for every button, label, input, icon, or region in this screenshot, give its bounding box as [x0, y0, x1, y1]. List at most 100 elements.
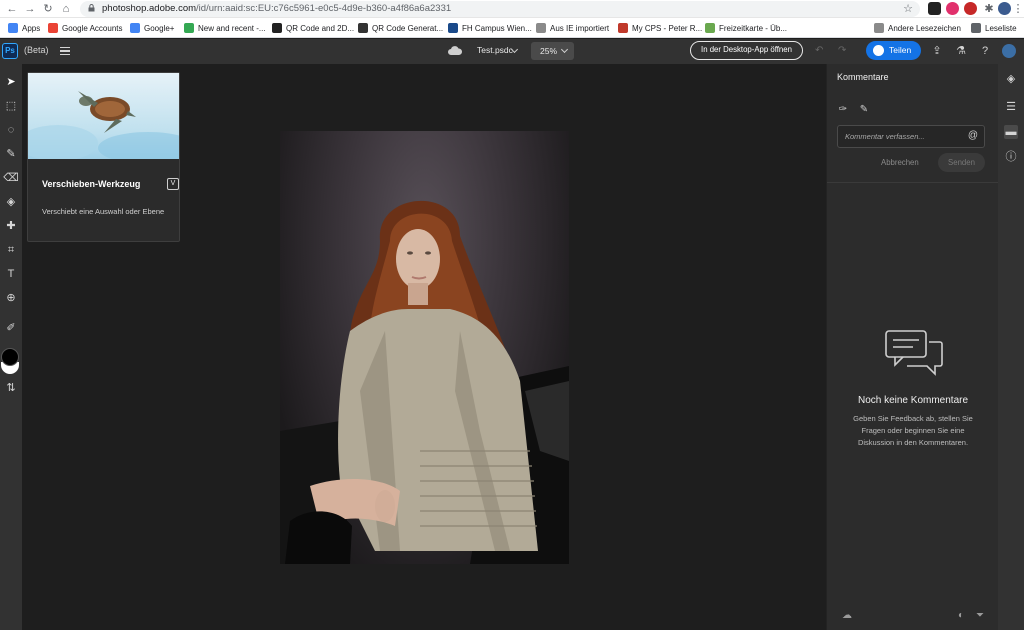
- home-icon[interactable]: ⌂: [58, 1, 74, 17]
- comments-icon[interactable]: ▬: [1004, 125, 1018, 139]
- info-icon[interactable]: ⓘ: [1004, 150, 1018, 164]
- menu-icon[interactable]: [60, 47, 70, 55]
- instagram-extension-icon[interactable]: [946, 2, 959, 15]
- move-tool-icon[interactable]: ➤: [3, 74, 19, 90]
- canvas-photo[interactable]: [280, 131, 569, 564]
- puzzle-icon[interactable]: ✱: [981, 1, 997, 17]
- browser-toolbar: ← → ↻ ⌂ photoshop.adobe.com/id/urn:aaid:…: [0, 0, 1024, 18]
- bookmark-freizeitkarte[interactable]: Freizeitkarte - Üb...: [705, 21, 787, 35]
- document-name[interactable]: Test.psdc: [477, 45, 513, 55]
- bookmark-label: QR Code and 2D...: [286, 23, 355, 33]
- bookmark-my-cps[interactable]: My CPS - Peter R...: [618, 21, 702, 35]
- cloud-icon[interactable]: [448, 46, 462, 55]
- address-bar[interactable]: photoshop.adobe.com/id/urn:aaid:sc:EU:c7…: [80, 1, 920, 17]
- pin-icon[interactable]: ✑: [837, 104, 849, 116]
- bookmark-label: New and recent -...: [198, 23, 266, 33]
- help-icon[interactable]: ?: [978, 44, 992, 58]
- text-tool-icon[interactable]: T: [3, 266, 19, 282]
- bookmark-ie-import[interactable]: Aus IE importiert: [536, 21, 609, 35]
- bookmark-label: Leseliste: [985, 23, 1017, 33]
- send-button[interactable]: Senden: [938, 153, 985, 172]
- filter-icon[interactable]: ⏷: [974, 610, 986, 622]
- bookmark-qr-generator[interactable]: QR Code Generat...: [358, 21, 443, 35]
- tooltip-description: Verschiebt eine Auswahl oder Ebene: [42, 207, 165, 216]
- bookmark-label: QR Code Generat...: [372, 23, 444, 33]
- bookmark-fh-campus[interactable]: FH Campus Wien...: [448, 21, 532, 35]
- beta-label: (Beta): [24, 45, 49, 55]
- bookmark-label: My CPS - Peter R...: [632, 23, 703, 33]
- brush-icon[interactable]: ✎: [3, 146, 19, 162]
- empty-state-description: Geben Sie Feedback ab, stellen Sie Frage…: [853, 414, 973, 447]
- bookmark-new-recent[interactable]: New and recent -...: [184, 21, 266, 35]
- lab-flask-icon[interactable]: ⚗: [954, 44, 968, 58]
- comments-empty-icon: [885, 330, 943, 376]
- folder-icon: [536, 23, 546, 33]
- panel-switcher: ◈ ☰ ▬ ⓘ: [998, 64, 1024, 630]
- tool-tooltip: Verschieben-Werkzeug V Verschiebt eine A…: [27, 72, 180, 242]
- bookmark-google-plus[interactable]: Google+: [130, 21, 174, 35]
- bookmark-google-accounts[interactable]: Google Accounts: [48, 21, 122, 35]
- tools-panel: ➤ ⬚ ◌ ✎ ⌫ ◈ ✚ ⌗ T ⊕ ✐ ⇅: [0, 64, 22, 630]
- bookmark-label: Google+: [144, 23, 175, 33]
- pencil-icon[interactable]: ✎: [858, 104, 870, 116]
- bookmark-label: Google Accounts: [62, 23, 123, 33]
- red-extension-icon[interactable]: [964, 2, 977, 15]
- photoshop-logo[interactable]: Ps: [2, 43, 18, 59]
- back-icon[interactable]: ←: [4, 1, 20, 17]
- google-plus-icon: [130, 23, 140, 33]
- fh-campus-icon: [448, 23, 458, 33]
- bookmarks-bar: Apps Google Accounts Google+ New and rec…: [0, 18, 1024, 38]
- adjustments-icon[interactable]: ☰: [1004, 100, 1018, 114]
- eyedropper-icon[interactable]: ✐: [3, 320, 19, 336]
- bookmark-reading-list[interactable]: Leseliste: [971, 21, 1017, 35]
- folder-icon: [874, 23, 884, 33]
- open-desktop-app-button[interactable]: In der Desktop-App öffnen: [690, 41, 803, 60]
- zoom-dropdown[interactable]: 25%: [531, 42, 574, 60]
- paint-bucket-icon[interactable]: ◈: [3, 194, 19, 210]
- eraser-icon[interactable]: ⌫: [3, 170, 19, 186]
- redo-icon[interactable]: ↷: [838, 45, 846, 56]
- tooltip-illustration: [28, 73, 179, 159]
- shortcut-badge: V: [167, 178, 179, 190]
- undo-icon[interactable]: ↶: [815, 45, 823, 56]
- kebab-menu-icon[interactable]: ⋮: [1010, 1, 1024, 17]
- crop-icon[interactable]: ⌗: [3, 242, 19, 258]
- transform-tool-icon[interactable]: ⬚: [3, 98, 19, 114]
- export-icon[interactable]: ⇪: [930, 44, 944, 58]
- url-host: photoshop.adobe.com: [102, 3, 197, 14]
- quick-selection-icon[interactable]: ◌: [3, 122, 19, 138]
- cloud-status-icon[interactable]: ☁: [841, 610, 853, 622]
- bookmark-other[interactable]: Andere Lesezeichen: [874, 21, 961, 35]
- extension-icon[interactable]: [928, 2, 941, 15]
- add-image-icon[interactable]: ⊕: [3, 290, 19, 306]
- forward-icon[interactable]: →: [22, 1, 38, 17]
- cancel-button[interactable]: Abbrechen: [881, 158, 919, 167]
- comments-panel: Kommentare ✑ ✎ Kommentar verfassen... @ …: [826, 64, 999, 630]
- chevron-down-icon: [560, 45, 569, 54]
- url-path: /id/urn:aaid:sc:EU:c76c5961-e0c5-4d9e-b3…: [196, 3, 452, 14]
- account-avatar[interactable]: [1002, 44, 1016, 58]
- empty-state-title: Noch keine Kommentare: [857, 395, 969, 406]
- star-icon[interactable]: ☆: [900, 1, 916, 17]
- bookmark-label: Freizeitkarte - Üb...: [719, 23, 788, 33]
- bookmark-qr-code[interactable]: QR Code and 2D...: [272, 21, 354, 35]
- healing-brush-icon[interactable]: ✚: [3, 218, 19, 234]
- hide-comments-icon[interactable]: ◐: [955, 610, 967, 622]
- reload-icon[interactable]: ↻: [40, 1, 56, 17]
- share-label: Teilen: [889, 45, 912, 55]
- cps-icon: [618, 23, 628, 33]
- share-button[interactable]: Teilen: [866, 41, 921, 60]
- turtle-image: [28, 91, 179, 159]
- panel-title: Kommentare: [837, 72, 889, 82]
- qr-generator-icon: [358, 23, 368, 33]
- swap-colors-icon[interactable]: ⇅: [3, 380, 19, 396]
- mention-icon[interactable]: @: [968, 130, 978, 141]
- bookmark-apps[interactable]: Apps: [8, 21, 40, 35]
- comment-input[interactable]: Kommentar verfassen... @: [837, 125, 985, 148]
- layers-icon[interactable]: ◈: [1004, 72, 1018, 86]
- tooltip-title: Verschieben-Werkzeug: [42, 179, 141, 189]
- qr-icon: [272, 23, 282, 33]
- url-text: photoshop.adobe.com/id/urn:aaid:sc:EU:c7…: [102, 2, 451, 16]
- google-icon: [48, 23, 58, 33]
- foreground-color-swatch[interactable]: [1, 348, 19, 366]
